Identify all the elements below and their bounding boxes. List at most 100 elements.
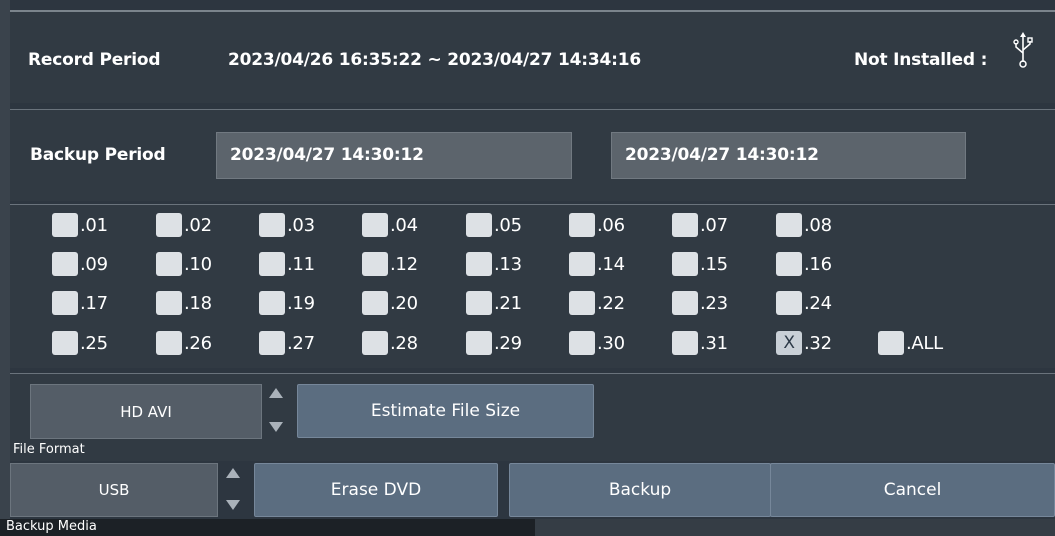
checkbox-label: .24 <box>804 292 832 314</box>
checkbox-box <box>776 252 802 276</box>
channel-checkbox[interactable]: .24 <box>776 289 832 317</box>
checkbox-label: .02 <box>184 214 212 236</box>
checkbox-box <box>259 291 285 315</box>
channel-checkbox[interactable]: .17 <box>52 289 108 317</box>
erase-dvd-button[interactable]: Erase DVD <box>254 463 498 517</box>
checkbox-box <box>362 331 388 355</box>
checkbox-box <box>52 291 78 315</box>
usb-status-text: Not Installed : <box>854 50 988 70</box>
checkbox-box <box>52 252 78 276</box>
backup-media-spinner[interactable] <box>222 468 244 510</box>
channel-checkbox[interactable]: .29 <box>466 329 522 357</box>
checkbox-box <box>156 291 182 315</box>
checkbox-label: .06 <box>597 214 625 236</box>
checkbox-label: .16 <box>804 253 832 275</box>
bottom-strip-right <box>535 519 1055 536</box>
channel-checkbox[interactable]: .18 <box>156 289 212 317</box>
channel-checkbox[interactable]: .20 <box>362 289 418 317</box>
channel-all-checkbox[interactable]: .ALL <box>878 329 943 357</box>
record-period-panel: Record Period 2023/04/26 16:35:22 ~ 2023… <box>10 10 1055 103</box>
checkbox-label: .15 <box>700 253 728 275</box>
up-arrow-icon[interactable] <box>226 468 240 478</box>
checkbox-label: .32 <box>804 332 832 354</box>
checkbox-box: X <box>776 331 802 355</box>
checkbox-label: .14 <box>597 253 625 275</box>
backup-button[interactable]: Backup <box>509 463 771 517</box>
channel-checkbox[interactable]: .10 <box>156 250 212 278</box>
checkbox-box <box>362 291 388 315</box>
channel-checkbox[interactable]: .21 <box>466 289 522 317</box>
checkbox-label: .ALL <box>906 332 943 354</box>
channel-checkbox[interactable]: .16 <box>776 250 832 278</box>
checkbox-label: .19 <box>287 292 315 314</box>
file-format-panel: HD AVI Estimate File Size File Format <box>10 373 1055 461</box>
cancel-button[interactable]: Cancel <box>770 463 1055 517</box>
checkbox-box <box>259 252 285 276</box>
backup-end-field[interactable]: 2023/04/27 14:30:12 <box>611 132 966 179</box>
checkbox-box <box>156 213 182 237</box>
checkbox-label: .04 <box>390 214 418 236</box>
estimate-file-size-button[interactable]: Estimate File Size <box>297 384 594 438</box>
checkbox-label: .10 <box>184 253 212 275</box>
checkbox-box <box>259 331 285 355</box>
channel-checkbox[interactable]: .04 <box>362 211 418 239</box>
channel-selection-panel: .01 .02 .03 .04 .05 .06 .07 .08 .09 .10 .11 .12 .13.… <box>10 204 1055 368</box>
checkbox-label: .22 <box>597 292 625 314</box>
checkbox-box <box>259 213 285 237</box>
checkbox-label: .17 <box>80 292 108 314</box>
channel-checkbox[interactable]: .08 <box>776 211 832 239</box>
checkbox-label: .31 <box>700 332 728 354</box>
channel-checkbox[interactable]: .22 <box>569 289 625 317</box>
channel-checkbox[interactable]: X .32 <box>776 329 832 357</box>
checkbox-label: .27 <box>287 332 315 354</box>
channel-checkbox[interactable]: .14 <box>569 250 625 278</box>
channel-checkbox[interactable]: .07 <box>672 211 728 239</box>
checkbox-box <box>569 252 595 276</box>
left-edge <box>0 0 10 519</box>
checkbox-label: .30 <box>597 332 625 354</box>
file-format-label: File Format <box>13 442 85 457</box>
channel-checkbox[interactable]: .30 <box>569 329 625 357</box>
channel-checkbox[interactable]: .15 <box>672 250 728 278</box>
file-format-select[interactable]: HD AVI <box>30 384 262 439</box>
channel-checkbox[interactable]: .31 <box>672 329 728 357</box>
checkbox-box <box>672 291 698 315</box>
channel-checkbox[interactable]: .01 <box>52 211 108 239</box>
channel-checkbox[interactable]: .05 <box>466 211 522 239</box>
checkbox-box <box>52 331 78 355</box>
record-period-value: 2023/04/26 16:35:22 ~ 2023/04/27 14:34:1… <box>228 50 641 70</box>
checkbox-label: .07 <box>700 214 728 236</box>
checkbox-box <box>672 213 698 237</box>
down-arrow-icon[interactable] <box>226 500 240 510</box>
backup-start-field[interactable]: 2023/04/27 14:30:12 <box>216 132 572 179</box>
channel-checkbox[interactable]: .25 <box>52 329 108 357</box>
down-arrow-icon[interactable] <box>269 422 283 432</box>
checkbox-box <box>878 331 904 355</box>
channel-checkbox[interactable]: .23 <box>672 289 728 317</box>
checkbox-label: .21 <box>494 292 522 314</box>
channel-checkbox[interactable]: .26 <box>156 329 212 357</box>
channel-checkbox[interactable]: .28 <box>362 329 418 357</box>
checkbox-box <box>672 331 698 355</box>
channel-checkbox[interactable]: .19 <box>259 289 315 317</box>
checkbox-box <box>776 291 802 315</box>
up-arrow-icon[interactable] <box>269 388 283 398</box>
channel-checkbox[interactable]: .03 <box>259 211 315 239</box>
channel-checkbox[interactable]: .13 <box>466 250 522 278</box>
channel-checkbox[interactable]: .02 <box>156 211 212 239</box>
checkbox-label: .29 <box>494 332 522 354</box>
backup-media-select[interactable]: USB <box>10 463 218 517</box>
channel-checkbox[interactable]: .11 <box>259 250 315 278</box>
checkbox-label: .05 <box>494 214 522 236</box>
channel-checkbox[interactable]: .09 <box>52 250 108 278</box>
checkbox-box <box>569 291 595 315</box>
checkbox-label: .08 <box>804 214 832 236</box>
file-format-spinner[interactable] <box>265 388 287 432</box>
channel-checkbox[interactable]: .06 <box>569 211 625 239</box>
checkbox-box <box>569 331 595 355</box>
channel-checkbox[interactable]: .27 <box>259 329 315 357</box>
checkbox-label: .23 <box>700 292 728 314</box>
channel-checkbox[interactable]: .12 <box>362 250 418 278</box>
checkbox-label: .11 <box>287 253 315 275</box>
checkbox-label: .26 <box>184 332 212 354</box>
